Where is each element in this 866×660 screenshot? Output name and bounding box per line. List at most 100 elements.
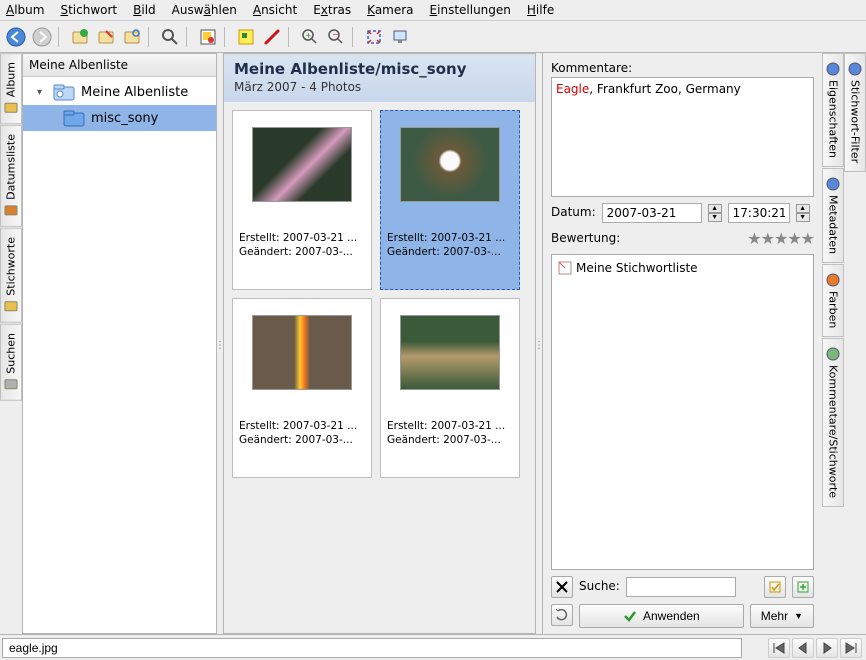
nav-last-icon[interactable] [840,638,862,658]
menu-album[interactable]: Album [6,3,44,17]
recent-tags-button[interactable] [551,604,573,626]
nav-prev-icon[interactable] [792,638,814,658]
thumbnail-item[interactable]: Erstellt: 2007-03-21 ...Geändert: 2007-0… [380,298,520,478]
date-label: Datum: [551,205,596,219]
check-icon [623,609,637,623]
left-tab-album[interactable]: Album [0,53,22,124]
apply-button[interactable]: Anwenden [579,604,744,628]
search-label: Suche: [579,579,620,593]
tree-child-item[interactable]: misc_sony [23,105,216,131]
date-stepper[interactable]: ▲▼ [708,204,722,222]
menu-ansicht[interactable]: Ansicht [253,3,297,17]
thumbnail-modified: Geändert: 2007-03-... [385,246,515,260]
menu-extras[interactable]: Extras [313,3,351,17]
tree-root-label: Meine Albenliste [81,85,188,100]
folder-icon [63,109,85,127]
thumbnail-image [400,315,500,390]
statusbar [0,634,866,660]
image-editor-icon[interactable] [196,25,220,49]
clear-search-button[interactable] [551,576,573,598]
left-sidebar-tabs: AlbumDatumslisteStichworteSuchen [0,53,22,634]
search-input[interactable] [626,577,736,597]
left-tab-datumsliste[interactable]: Datumsliste [0,125,22,227]
menu-auswählen[interactable]: Auswählen [172,3,237,17]
thumbnail-modified: Geändert: 2007-03-... [385,434,515,448]
svg-text:−: − [332,30,339,39]
thumbnail-modified: Geändert: 2007-03-... [237,434,367,448]
menu-bild[interactable]: Bild [133,3,156,17]
thumbnail-item[interactable]: Erstellt: 2007-03-21 ...Geändert: 2007-0… [232,110,372,290]
right-tab-kommentare-stichworte[interactable]: Kommentare/Stichworte [822,338,844,507]
fullscreen-icon[interactable] [362,25,386,49]
comment-textarea[interactable]: Eagle, Frankfurt Zoo, Germany [551,77,814,197]
right-tab-stichwort-filter[interactable]: Stichwort-Filter [844,53,866,172]
assign-tag-button[interactable] [764,576,786,598]
main-area: AlbumDatumslisteStichworteSuchen Meine A… [0,53,866,634]
thumbnail-created: Erstellt: 2007-03-21 ... [237,420,367,434]
album-tree-header: Meine Albenliste [23,54,216,77]
keyword-root-label: Meine Stichwortliste [576,261,698,275]
thumbnail-item[interactable]: Erstellt: 2007-03-21 ...Geändert: 2007-0… [380,110,520,290]
zoom-in-icon[interactable]: + [298,25,322,49]
menu-einstellungen[interactable]: Einstellungen [430,3,511,17]
thumbnail-image [400,127,500,202]
chevron-down-icon: ▼ [794,611,803,621]
rating-stars[interactable]: ★★★★★ [747,229,814,248]
nav-first-icon[interactable] [768,638,790,658]
nav-next-icon[interactable] [816,638,838,658]
album-tree: ▾ Meine Albenliste misc_sony [23,77,216,633]
keyword-root-icon [558,261,572,275]
new-album-icon[interactable] [68,25,92,49]
tree-child-label: misc_sony [91,111,158,126]
thumbnail-created: Erstellt: 2007-03-21 ... [385,420,515,434]
draw-red-icon[interactable] [260,25,284,49]
thumbnail-created: Erstellt: 2007-03-21 ... [385,232,515,246]
menu-hilfe[interactable]: Hilfe [527,3,554,17]
thumbnail-area: Meine Albenliste/misc_sony März 2007 - 4… [223,53,536,634]
apply-button-label: Anwenden [643,609,700,623]
thumbnail-image [252,315,352,390]
thumbnail-grid: Erstellt: 2007-03-21 ...Geändert: 2007-0… [224,102,535,633]
refresh-album-icon[interactable] [120,25,144,49]
left-tab-stichworte[interactable]: Stichworte [0,228,22,323]
zoom-icon[interactable] [158,25,182,49]
keyword-tree[interactable]: Meine Stichwortliste [551,254,814,570]
tag-yellow-icon[interactable] [234,25,258,49]
menubar: Album Stichwort Bild Auswählen Ansicht Extras… [0,0,866,21]
status-filename [2,638,742,658]
svg-text:+: + [305,31,312,40]
right-sidebar-tabs: EigenschaftenMetadatenFarbenKommentare/S… [822,53,866,634]
date-input[interactable] [602,203,702,223]
thumbnail-item[interactable]: Erstellt: 2007-03-21 ...Geändert: 2007-0… [232,298,372,478]
slideshow-icon[interactable] [388,25,412,49]
thumbnail-created: Erstellt: 2007-03-21 ... [237,232,367,246]
menu-kamera[interactable]: Kamera [367,3,413,17]
right-tab-eigenschaften[interactable]: Eigenschaften [822,53,844,167]
back-button[interactable] [4,25,28,49]
time-input[interactable] [728,203,790,223]
album-title: Meine Albenliste/misc_sony [234,60,525,78]
album-tree-panel: Meine Albenliste ▾ Meine Albenliste misc… [22,53,217,634]
detail-panel: Kommentare: Eagle, Frankfurt Zoo, German… [542,53,822,634]
menu-stichwort[interactable]: Stichwort [60,3,117,17]
more-button[interactable]: Mehr ▼ [750,604,814,628]
add-tag-button[interactable] [792,576,814,598]
edit-album-icon[interactable] [94,25,118,49]
right-tab-farben[interactable]: Farben [822,264,844,337]
thumbnail-header: Meine Albenliste/misc_sony März 2007 - 4… [224,54,535,102]
left-tab-suchen[interactable]: Suchen [0,324,22,401]
forward-button[interactable] [30,25,54,49]
more-button-label: Mehr [761,609,788,623]
thumbnail-image [252,127,352,202]
comment-label: Kommentare: [551,61,814,75]
time-stepper[interactable]: ▲▼ [796,204,810,222]
right-tab-metadaten[interactable]: Metadaten [822,168,844,263]
toolbar: + − [0,21,866,53]
zoom-out-icon[interactable]: − [324,25,348,49]
album-subtitle: März 2007 - 4 Photos [234,80,525,94]
rating-label: Bewertung: [551,231,620,245]
keyword-root-item[interactable]: Meine Stichwortliste [556,259,809,277]
tree-root-item[interactable]: ▾ Meine Albenliste [23,79,216,105]
expander-icon[interactable]: ▾ [37,87,47,98]
album-root-icon [53,83,75,101]
